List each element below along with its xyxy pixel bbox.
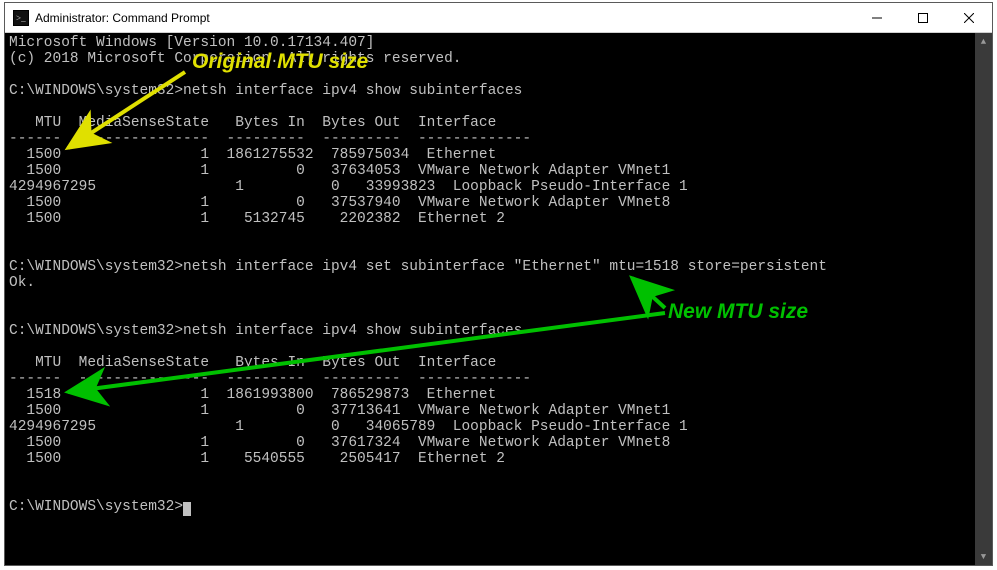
window-title: Administrator: Command Prompt (35, 11, 210, 25)
prompt: C:\WINDOWS\system32> (9, 83, 183, 99)
scroll-up-icon[interactable]: ▲ (975, 33, 992, 50)
table-row: 1500 1 5540555 2505417 Ethernet 2 (9, 451, 505, 467)
table-header: MTU MediaSenseState Bytes In Bytes Out I… (9, 355, 496, 371)
close-button[interactable] (946, 3, 992, 33)
command-show-1: netsh interface ipv4 show subinterfaces (183, 83, 522, 99)
minimize-button[interactable] (854, 3, 900, 33)
titlebar[interactable]: >_ Administrator: Command Prompt (5, 3, 992, 33)
cursor (183, 502, 191, 516)
maximize-button[interactable] (900, 3, 946, 33)
table-row: 1518 1 1861993800 786529873 Ethernet (9, 387, 496, 403)
table-row: 1500 1 0 37537940 VMware Network Adapter… (9, 195, 670, 211)
prompt: C:\WINDOWS\system32> (9, 323, 183, 339)
prompt: C:\WINDOWS\system32> (9, 259, 183, 275)
table-row: 1500 1 5132745 2202382 Ethernet 2 (9, 211, 505, 227)
copyright-line: (c) 2018 Microsoft Corporation. All righ… (9, 51, 461, 67)
command-set: netsh interface ipv4 set subinterface "E… (183, 259, 827, 275)
table-row: 4294967295 1 0 33993823 Loopback Pseudo-… (9, 179, 688, 195)
table-divider: ------ --------------- --------- -------… (9, 131, 531, 147)
table-header: MTU MediaSenseState Bytes In Bytes Out I… (9, 115, 496, 131)
command-show-2: netsh interface ipv4 show subinterfaces (183, 323, 522, 339)
table-row: 1500 1 0 37617324 VMware Network Adapter… (9, 435, 670, 451)
table-row: 4294967295 1 0 34065789 Loopback Pseudo-… (9, 419, 688, 435)
ok-output: Ok. (9, 275, 35, 291)
table-row: 1500 1 0 37713641 VMware Network Adapter… (9, 403, 670, 419)
scrollbar[interactable]: ▲ ▼ (975, 33, 992, 565)
version-line: Microsoft Windows [Version 10.0.17134.40… (9, 35, 374, 51)
table-divider: ------ --------------- --------- -------… (9, 371, 531, 387)
svg-text:>_: >_ (16, 13, 26, 23)
scroll-down-icon[interactable]: ▼ (975, 548, 992, 565)
prompt: C:\WINDOWS\system32> (9, 499, 183, 515)
command-prompt-window: >_ Administrator: Command Prompt Microso… (4, 2, 993, 566)
console-area[interactable]: Microsoft Windows [Version 10.0.17134.40… (5, 33, 992, 565)
table-row: 1500 1 0 37634053 VMware Network Adapter… (9, 163, 670, 179)
cmd-icon: >_ (13, 10, 29, 26)
table-row: 1500 1 1861275532 785975034 Ethernet (9, 147, 496, 163)
